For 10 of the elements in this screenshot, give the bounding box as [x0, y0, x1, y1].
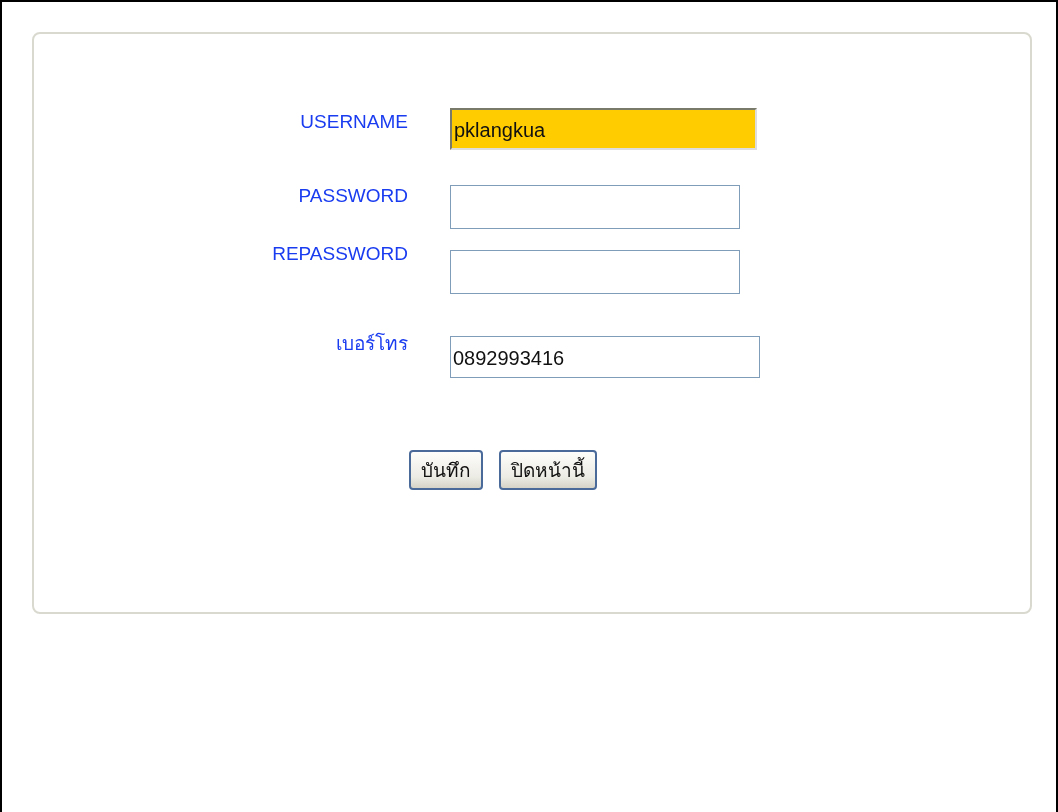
password-field[interactable]	[450, 185, 740, 229]
close-button[interactable]: ปิดหน้านี้	[499, 450, 597, 490]
field-label: REPASSWORD	[271, 243, 408, 265]
input-field[interactable]: 0892993416	[450, 336, 760, 378]
field-label: เบอร์โทร	[335, 331, 408, 356]
input-field[interactable]: pklangkua	[450, 108, 757, 150]
field-label: USERNAME	[299, 110, 408, 133]
password-field[interactable]	[450, 250, 740, 294]
field-label: PASSWORD	[297, 185, 408, 207]
save-button[interactable]: บันทึก	[409, 450, 483, 490]
